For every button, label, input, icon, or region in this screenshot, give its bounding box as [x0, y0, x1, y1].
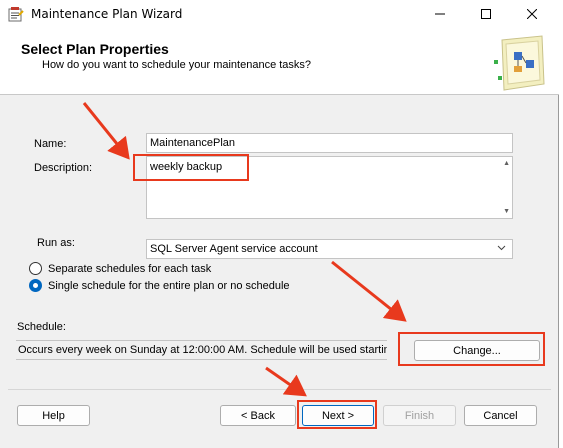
help-button[interactable]: Help: [17, 405, 90, 426]
finish-button: Finish: [383, 405, 456, 426]
radio-single-schedule[interactable]: Single schedule for the entire plan or n…: [29, 279, 290, 292]
scroll-down-icon[interactable]: ▼: [503, 208, 510, 215]
radio-button[interactable]: [29, 262, 42, 275]
title-bar: Maintenance Plan Wizard: [0, 0, 559, 28]
maximize-button[interactable]: [463, 0, 509, 28]
back-button[interactable]: < Back: [220, 405, 296, 426]
highlight-description: [133, 154, 249, 181]
radio-button-selected[interactable]: [29, 279, 42, 292]
close-button[interactable]: [509, 0, 555, 28]
highlight-next-button: [297, 400, 377, 429]
schedule-label: Schedule:: [17, 321, 66, 333]
radio-label: Single schedule for the entire plan or n…: [48, 279, 290, 292]
cancel-button[interactable]: Cancel: [464, 405, 537, 426]
run-as-select[interactable]: SQL Server Agent service account: [146, 239, 513, 259]
wizard-window: Maintenance Plan Wizard Select Plan Prop…: [0, 0, 559, 448]
radio-separate-schedules[interactable]: Separate schedules for each task: [29, 262, 211, 275]
maximize-icon: [481, 9, 491, 19]
window-title: Maintenance Plan Wizard: [31, 7, 183, 21]
name-field[interactable]: MaintenancePlan: [146, 133, 513, 153]
run-as-value: SQL Server Agent service account: [150, 243, 318, 255]
name-label: Name:: [34, 138, 67, 150]
scroll-up-icon[interactable]: ▲: [503, 160, 510, 167]
description-label: Description:: [34, 162, 93, 174]
wizard-header: Select Plan Properties How do you want t…: [0, 28, 559, 95]
footer-divider: [8, 389, 551, 390]
schedule-description: Occurs every week on Sunday at 12:00:00 …: [16, 340, 387, 360]
page-subtitle: How do you want to schedule your mainten…: [42, 59, 312, 71]
close-icon: [527, 9, 537, 19]
radio-label: Separate schedules for each task: [48, 262, 212, 275]
chevron-down-icon: [497, 245, 506, 251]
highlight-change-button: [398, 332, 545, 366]
minimize-button[interactable]: [417, 0, 463, 28]
minimize-icon: [435, 13, 445, 15]
wizard-diagram-icon: [494, 35, 545, 91]
app-icon: [8, 7, 24, 22]
run-as-label: Run as:: [37, 237, 75, 249]
page-title: Select Plan Properties: [21, 41, 169, 57]
